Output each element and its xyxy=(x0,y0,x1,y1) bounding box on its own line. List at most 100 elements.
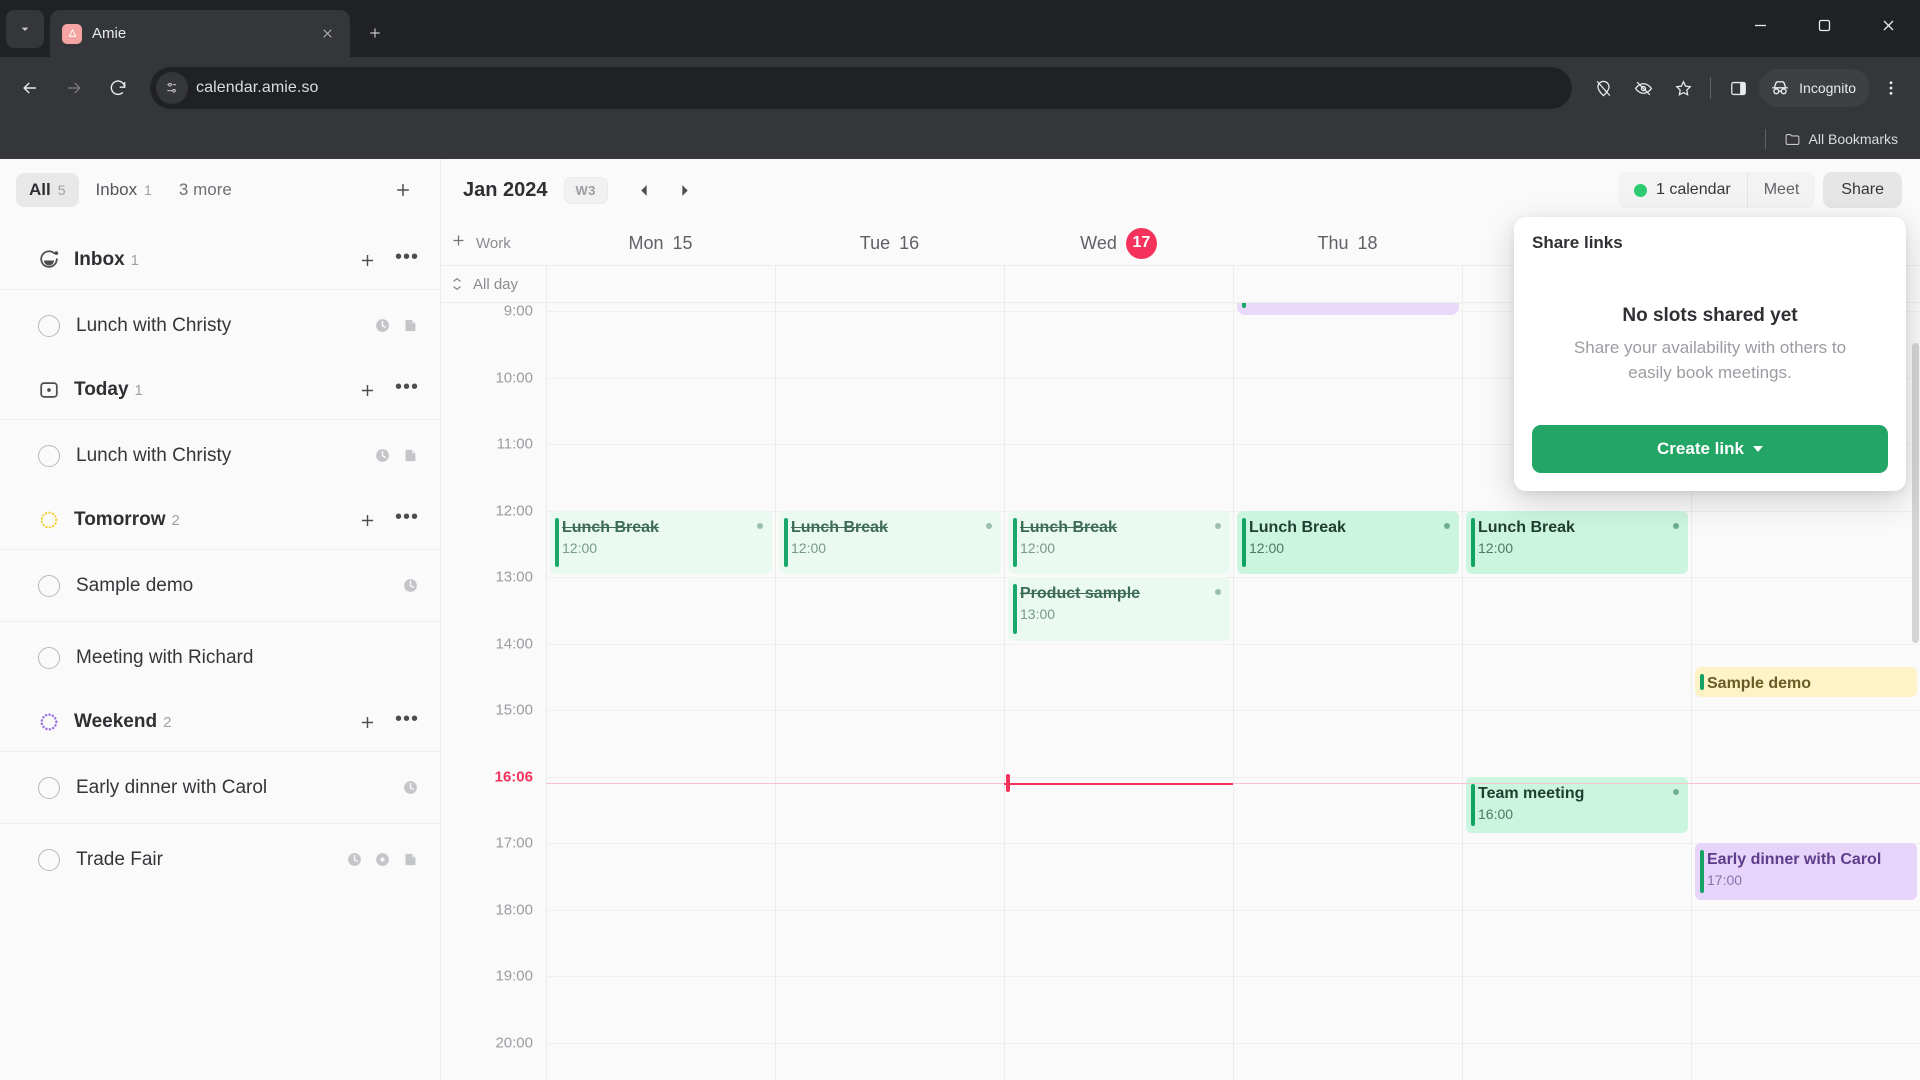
calendar-event[interactable]: Team meeting 16:00 xyxy=(1466,776,1688,834)
add-task-to-group-icon[interactable] xyxy=(354,709,380,735)
all-bookmarks-button[interactable]: All Bookmarks xyxy=(1776,127,1906,152)
work-calendar-label[interactable]: Work xyxy=(441,232,546,254)
calendar-event[interactable]: Product sample 13:00 xyxy=(1008,577,1230,641)
filter-more[interactable]: 3 more xyxy=(169,173,242,207)
task-group-header[interactable]: Weekend 2 ••• xyxy=(0,693,440,751)
calendar-scrollbar[interactable] xyxy=(1906,303,1920,1080)
task-checkbox[interactable] xyxy=(38,646,60,669)
task-item[interactable]: Sample demo xyxy=(0,549,440,621)
maximize-icon[interactable] xyxy=(1792,0,1856,50)
all-day-cell[interactable] xyxy=(1233,266,1462,302)
incognito-profile-button[interactable]: Incognito xyxy=(1759,69,1870,107)
prev-week-icon[interactable] xyxy=(630,175,660,205)
day-header-thu[interactable]: Thu 18 xyxy=(1233,228,1462,259)
task-item[interactable]: Meeting with Richard xyxy=(0,621,440,693)
clock-icon[interactable] xyxy=(344,850,364,870)
next-week-icon[interactable] xyxy=(670,175,700,205)
day-column-wed[interactable]: Lunch Break 12:00 Product sample 13:00 Lunch… xyxy=(1004,303,1233,1080)
calendar-event[interactable]: Lunch Break 12:00 xyxy=(1008,510,1230,574)
task-checkbox[interactable] xyxy=(38,574,60,597)
star-icon[interactable] xyxy=(1664,69,1702,107)
day-header-tue[interactable]: Tue 16 xyxy=(775,228,1004,259)
group-title: Today xyxy=(74,379,129,400)
meet-button[interactable]: Meet xyxy=(1746,172,1816,208)
share-button[interactable]: Share xyxy=(1823,172,1902,208)
kebab-menu-icon[interactable] xyxy=(1872,69,1910,107)
group-more-icon[interactable]: ••• xyxy=(394,709,420,735)
task-group-header[interactable]: Today 1 ••• xyxy=(0,361,440,419)
group-more-icon[interactable]: ••• xyxy=(394,377,420,403)
hour-gridline xyxy=(1005,444,1233,445)
note-icon[interactable] xyxy=(400,316,420,336)
add-task-to-group-icon[interactable] xyxy=(354,507,380,533)
task-item[interactable]: Lunch with Christy xyxy=(0,289,440,361)
repeat-icon[interactable] xyxy=(372,850,392,870)
note-icon[interactable] xyxy=(400,850,420,870)
calendar-event[interactable]: Lunch Break 12:00 xyxy=(1466,510,1688,574)
task-item[interactable]: Lunch with Christy xyxy=(0,419,440,491)
task-checkbox[interactable] xyxy=(38,776,60,799)
add-task-to-group-icon[interactable] xyxy=(354,247,380,273)
task-group-header[interactable]: Inbox 1 ••• xyxy=(0,231,440,289)
day-column-thu[interactable]: Lunch Break 12:00 xyxy=(1233,303,1462,1080)
task-title: Sample demo xyxy=(76,574,194,596)
create-link-button[interactable]: Create link xyxy=(1532,425,1888,474)
calendar-event[interactable]: Lunch Break 12:00 xyxy=(550,510,772,574)
all-day-cell[interactable] xyxy=(546,266,775,302)
group-more-icon[interactable]: ••• xyxy=(394,247,420,273)
close-icon[interactable] xyxy=(316,23,338,45)
add-calendar-icon[interactable] xyxy=(450,232,467,254)
task-checkbox[interactable] xyxy=(38,314,60,337)
event-color-bar xyxy=(1471,783,1475,827)
scrollbar-thumb[interactable] xyxy=(1912,343,1919,643)
week-badge[interactable]: W3 xyxy=(563,176,608,204)
day-column-mon[interactable]: Lunch Break 12:00 xyxy=(546,303,775,1080)
day-header-wed[interactable]: Wed 17 xyxy=(1004,227,1233,259)
task-item[interactable]: Trade Fair xyxy=(0,823,440,895)
calendar-event[interactable]: Lunch Break 12:00 xyxy=(1237,510,1459,574)
note-icon[interactable] xyxy=(400,446,420,466)
task-title: Lunch with Christy xyxy=(76,314,232,336)
day-column-tue[interactable]: Lunch Break 12:00 xyxy=(775,303,1004,1080)
task-group-header[interactable]: Tomorrow 2 ••• xyxy=(0,491,440,549)
day-header-mon[interactable]: Mon 15 xyxy=(546,228,775,259)
all-day-cell[interactable] xyxy=(775,266,1004,302)
minimize-icon[interactable] xyxy=(1728,0,1792,50)
clock-icon[interactable] xyxy=(372,316,392,336)
clock-icon[interactable] xyxy=(400,778,420,798)
add-task-to-group-icon[interactable] xyxy=(354,377,380,403)
calendar-event[interactable]: Sample demo xyxy=(1695,666,1917,698)
filter-all[interactable]: All 5 xyxy=(16,173,79,207)
event-color-bar xyxy=(1471,517,1475,567)
url-text: calendar.amie.so xyxy=(196,79,319,96)
address-bar[interactable]: calendar.amie.so xyxy=(150,67,1573,109)
work-label: Work xyxy=(476,234,511,252)
calendar-event[interactable]: Early dinner with Carol 17:00 xyxy=(1695,843,1917,900)
current-time-dot xyxy=(1005,774,1010,793)
group-more-icon[interactable]: ••• xyxy=(394,507,420,533)
hour-label: 17:00 xyxy=(495,834,533,852)
clock-icon[interactable] xyxy=(372,446,392,466)
calendar-event-partial[interactable] xyxy=(1237,303,1459,315)
side-panel-icon[interactable] xyxy=(1719,69,1757,107)
back-arrow-icon[interactable] xyxy=(10,68,50,108)
browser-tab[interactable]: Amie xyxy=(50,10,350,57)
eye-off-icon[interactable] xyxy=(1624,69,1662,107)
window-close-icon[interactable] xyxy=(1856,0,1920,50)
all-day-cell[interactable] xyxy=(1004,266,1233,302)
task-checkbox[interactable] xyxy=(38,848,60,871)
tune-icon[interactable] xyxy=(156,72,188,104)
location-off-icon[interactable] xyxy=(1584,69,1622,107)
reload-icon[interactable] xyxy=(98,68,138,108)
tab-search-icon[interactable] xyxy=(6,10,44,48)
new-tab-icon[interactable] xyxy=(358,16,392,50)
filter-inbox[interactable]: Inbox 1 xyxy=(83,173,165,207)
task-item[interactable]: Early dinner with Carol xyxy=(0,751,440,823)
forward-arrow-icon[interactable] xyxy=(54,68,94,108)
amie-favicon xyxy=(62,23,82,44)
calendar-event[interactable]: Lunch Break 12:00 xyxy=(779,510,1001,574)
add-task-icon[interactable] xyxy=(386,173,420,207)
task-checkbox[interactable] xyxy=(38,444,60,467)
clock-icon[interactable] xyxy=(400,576,420,596)
calendar-selector[interactable]: 1 calendar xyxy=(1618,172,1747,208)
